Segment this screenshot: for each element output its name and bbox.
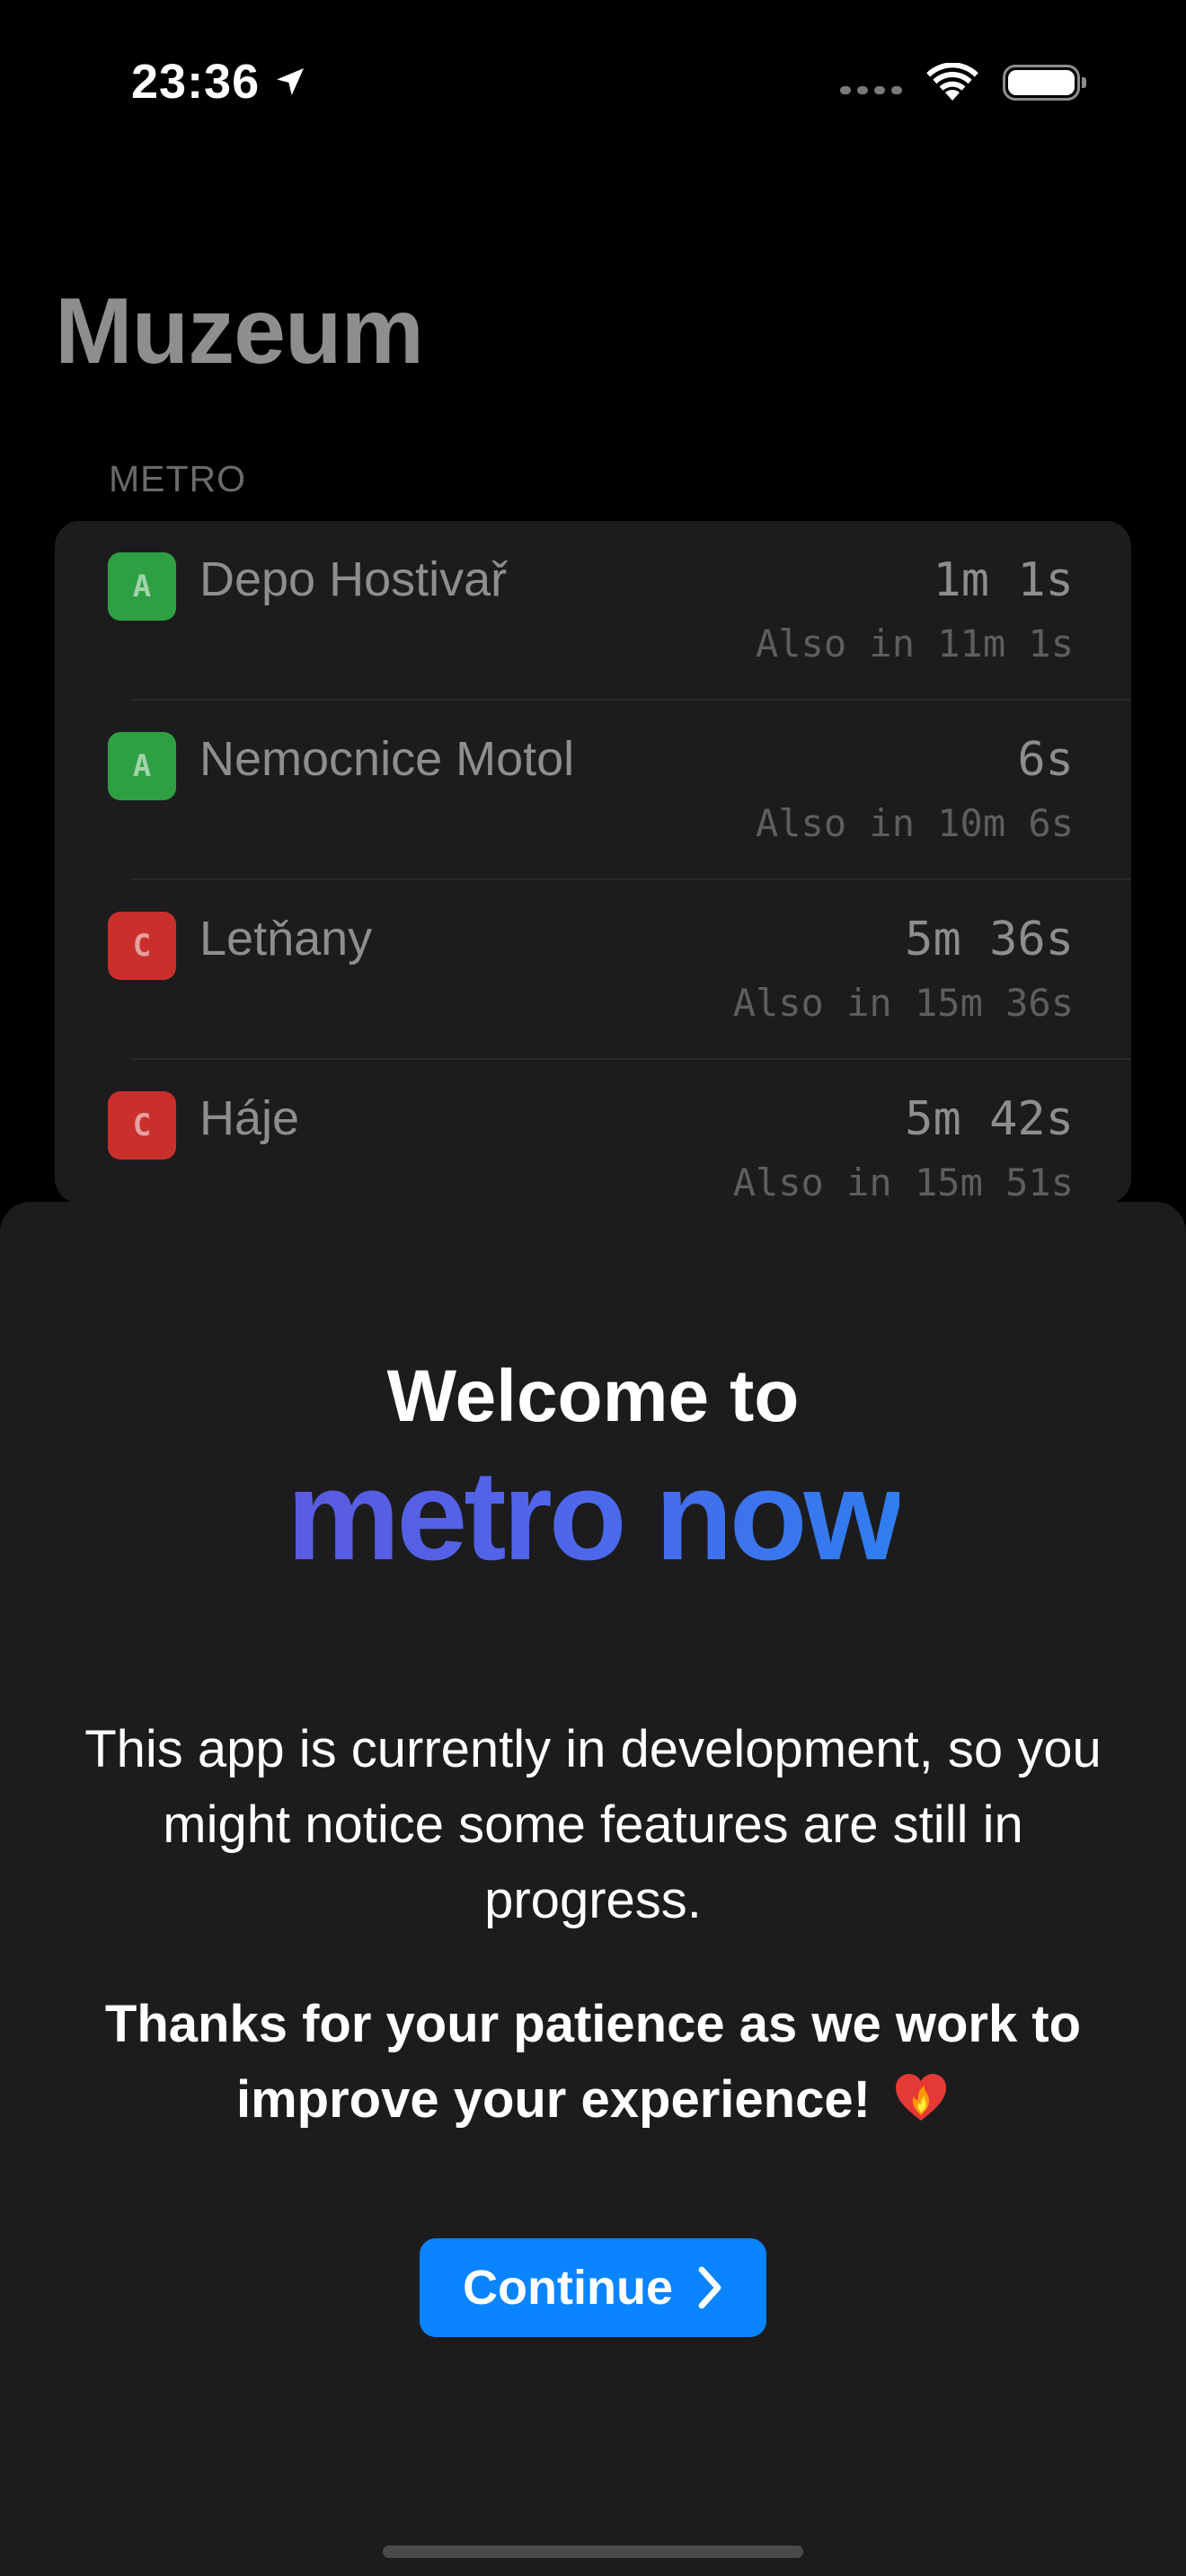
status-time-text: 23:36 [131, 55, 261, 109]
destination-label: Depo Hostivař [199, 552, 508, 606]
development-notice: This app is currently in development, so… [84, 1720, 1102, 1929]
status-icons [840, 63, 1086, 102]
next-departure-label: Also in 10m 6s [755, 801, 1074, 845]
page-title: Muzeum [55, 279, 424, 384]
brand-name: metro now [287, 1444, 903, 1587]
departure-row[interactable]: A Depo Hostivař 1m 1s Also in 11m 1s [55, 521, 1131, 701]
line-badge: A [108, 732, 176, 800]
location-arrow-icon [277, 68, 305, 95]
next-departure-label: Also in 11m 1s [755, 622, 1074, 666]
line-badge: C [108, 912, 176, 980]
destination-label: Letňany [199, 912, 373, 966]
continue-button-label: Continue [463, 2261, 673, 2315]
section-header: METRO [109, 458, 247, 499]
departure-time: 1m 1s [933, 553, 1074, 607]
welcome-heading: Welcome to [386, 1355, 800, 1437]
departure-time: 6s [1017, 733, 1074, 787]
welcome-sheet: Welcome to metro now This app is current… [0, 1202, 1186, 2576]
destination-label: Háje [199, 1091, 300, 1145]
continue-button[interactable]: Continue [420, 2238, 766, 2337]
departure-time: 5m 42s [905, 1092, 1074, 1146]
departure-row[interactable]: A Nemocnice Motol 6s Also in 10m 6s [55, 701, 1131, 880]
chevron-right-icon [698, 2266, 721, 2309]
next-departure-label: Also in 15m 51s [732, 1160, 1074, 1204]
departure-row[interactable]: C Háje 5m 42s Also in 15m 51s [55, 1060, 1131, 1204]
line-badge: A [108, 552, 176, 621]
home-indicator [383, 2545, 803, 2558]
destination-label: Nemocnice Motol [199, 732, 575, 786]
thanks-message: Thanks for your patience as we work to i… [54, 1987, 1132, 2138]
next-departure-label: Also in 15m 36s [732, 981, 1074, 1025]
status-bar: 23:36 [0, 0, 1186, 171]
signal-dots-icon [840, 85, 902, 94]
brand-logo-text: metro now [0, 1442, 1186, 1590]
wifi-icon [926, 63, 978, 101]
line-badge: C [108, 1091, 176, 1160]
departure-time: 5m 36s [905, 913, 1074, 966]
departures-list: A Depo Hostivař 1m 1s Also in 11m 1s A N… [55, 521, 1131, 1204]
battery-icon [1003, 65, 1086, 101]
departure-row[interactable]: C Letňany 5m 36s Also in 15m 36s [55, 880, 1131, 1060]
heart-on-fire-icon [896, 2074, 947, 2121]
status-time: 23:36 [131, 54, 308, 110]
